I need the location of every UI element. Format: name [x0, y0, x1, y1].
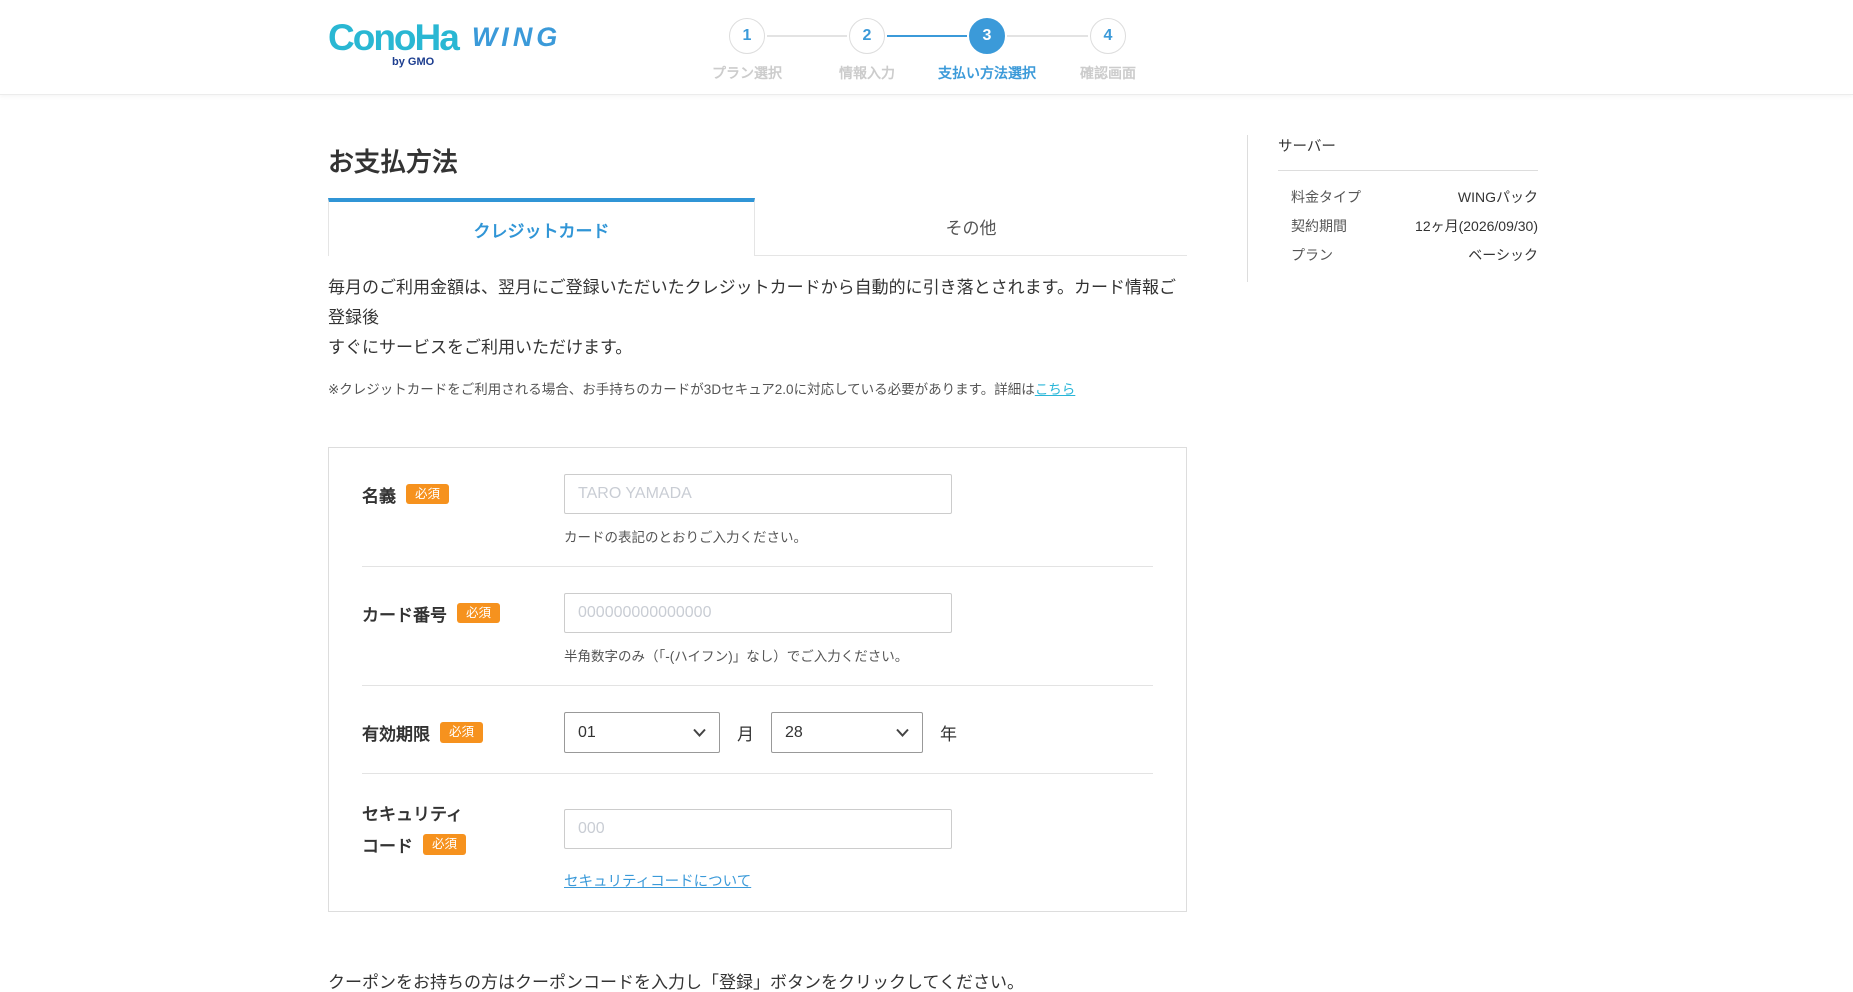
card-number-input[interactable] — [564, 593, 952, 633]
sidebar-row-plan: プラン ベーシック — [1291, 241, 1538, 270]
chevron-down-icon — [896, 728, 909, 737]
step-4-label: 確認画面 — [1080, 63, 1136, 83]
plan-value: ベーシック — [1468, 241, 1538, 270]
step-connector-2-3 — [887, 35, 967, 37]
step-4-number: 4 — [1104, 27, 1113, 45]
step-1-label: プラン選択 — [712, 63, 782, 83]
required-badge: 必須 — [423, 834, 466, 855]
security-code-label-line1: セキュリティ — [362, 800, 564, 825]
page-title: お支払方法 — [328, 142, 1187, 179]
cardholder-name-input[interactable] — [564, 474, 952, 514]
expiry-month-value: 01 — [578, 724, 596, 742]
step-4-circle: 4 — [1090, 18, 1126, 54]
expiry-year-select[interactable]: 28 — [771, 712, 923, 753]
form-row-card-number: カード番号 必須 半角数字のみ（「-(ハイフン)」なし）でご入力ください。 — [362, 567, 1153, 686]
description-line-2: すぐにサービスをご利用いただけます。 — [328, 333, 1187, 363]
plan-type-label: 料金タイプ — [1291, 183, 1361, 212]
name-label: 名義 — [362, 482, 396, 507]
form-row-name: 名義 必須 カードの表記のとおりご入力ください。 — [362, 448, 1153, 567]
required-badge: 必須 — [440, 722, 483, 743]
step-connector-3-4 — [1007, 35, 1088, 37]
description-line-1: 毎月のご利用金額は、翌月にご登録いただいたクレジットカードから自動的に引き落とさ… — [328, 273, 1187, 333]
tab-credit-card[interactable]: クレジットカード — [328, 198, 755, 256]
step-2-number: 2 — [863, 27, 872, 45]
tab-other[interactable]: その他 — [755, 198, 1187, 256]
required-badge: 必須 — [406, 484, 449, 505]
security-code-info-link[interactable]: セキュリティコードについて — [564, 874, 751, 890]
step-1-circle: 1 — [729, 18, 765, 54]
expiry-year-value: 28 — [785, 724, 803, 742]
sidebar-row-plan-type: 料金タイプ WINGパック — [1291, 183, 1538, 212]
step-connector-1-2 — [767, 35, 847, 37]
step-1-number: 1 — [743, 27, 752, 45]
card-number-help-text: 半角数字のみ（「-(ハイフン)」なし）でご入力ください。 — [564, 645, 1153, 665]
required-badge: 必須 — [457, 603, 500, 624]
contract-period-label: 契約期間 — [1291, 212, 1347, 241]
step-3-label: 支払い方法選択 — [938, 63, 1036, 83]
payment-method-tabs: クレジットカード その他 — [328, 198, 1187, 256]
credit-card-description: 毎月のご利用金額は、翌月にご登録いただいたクレジットカードから自動的に引き落とさ… — [328, 273, 1187, 363]
month-unit-label: 月 — [737, 720, 754, 745]
sidebar-title: サーバー — [1278, 135, 1538, 171]
note-text: ※クレジットカードをご利用される場合、お手持ちのカードが3Dセキュア2.0に対応… — [328, 382, 1035, 397]
security-code-input[interactable] — [564, 809, 952, 849]
chevron-down-icon — [693, 728, 706, 737]
step-3-number: 3 — [983, 27, 992, 45]
expiry-month-select[interactable]: 01 — [564, 712, 720, 753]
header: ConoHa by GMO WING 1 プラン選択 2 情報入力 3 支払い方… — [0, 0, 1853, 95]
expiry-label: 有効期限 — [362, 720, 430, 745]
sidebar-row-contract-period: 契約期間 12ヶ月(2026/09/30) — [1291, 212, 1538, 241]
step-2-label: 情報入力 — [839, 63, 895, 83]
step-3-circle: 3 — [969, 18, 1005, 54]
credit-card-form: 名義 必須 カードの表記のとおりご入力ください。 カード番号 必須 半角数字のみ… — [328, 447, 1187, 912]
name-help-text: カードの表記のとおりご入力ください。 — [564, 526, 1153, 546]
year-unit-label: 年 — [940, 720, 957, 745]
3d-secure-note: ※クレジットカードをご利用される場合、お手持ちのカードが3Dセキュア2.0に対応… — [328, 378, 1187, 398]
note-detail-link[interactable]: こちら — [1035, 382, 1076, 397]
server-summary-sidebar: サーバー 料金タイプ WINGパック 契約期間 12ヶ月(2026/09/30)… — [1247, 135, 1538, 282]
plan-type-value: WINGパック — [1458, 183, 1538, 212]
card-number-label: カード番号 — [362, 601, 447, 626]
form-row-security-code: セキュリティ コード 必須 セキュリティコードについて — [362, 774, 1153, 911]
step-indicator: 1 プラン選択 2 情報入力 3 支払い方法選択 4 確認画面 — [0, 0, 1853, 95]
step-2-circle: 2 — [849, 18, 885, 54]
coupon-instruction: クーポンをお持ちの方はクーポンコードを入力し「登録」ボタンをクリックしてください… — [328, 968, 1187, 992]
security-code-label-line2: コード — [362, 832, 413, 857]
plan-label: プラン — [1291, 241, 1333, 270]
contract-period-value: 12ヶ月(2026/09/30) — [1415, 212, 1538, 241]
form-row-expiry: 有効期限 必須 01 月 28 年 — [362, 686, 1153, 774]
